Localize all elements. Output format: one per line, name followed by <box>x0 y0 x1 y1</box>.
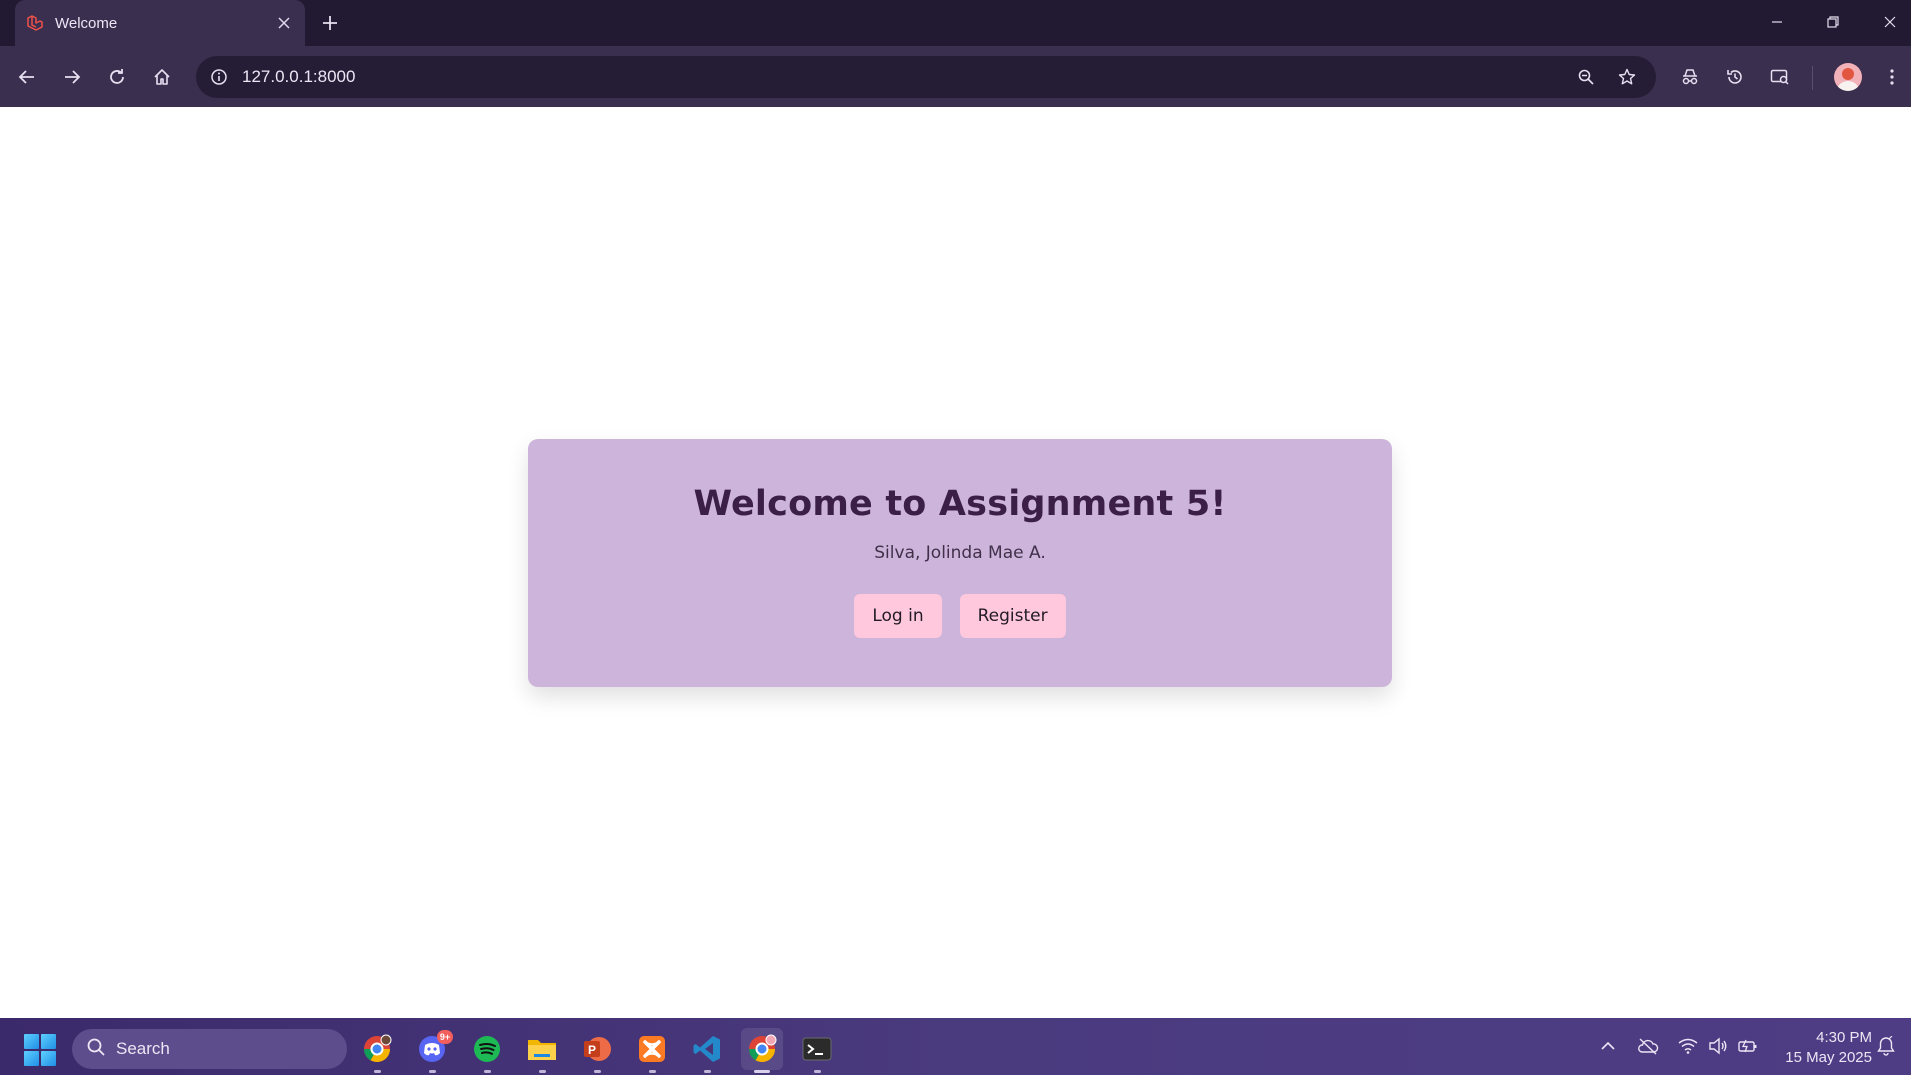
register-button[interactable]: Register <box>959 594 1066 638</box>
taskbar-search[interactable]: Search <box>72 1029 347 1069</box>
login-button[interactable]: Log in <box>854 594 942 638</box>
close-tab-icon[interactable] <box>273 12 295 34</box>
vscode-icon[interactable] <box>686 1028 728 1073</box>
tab-title: Welcome <box>55 14 118 32</box>
page-title: Welcome to Assignment 5! <box>693 484 1227 524</box>
restore-icon[interactable] <box>1815 8 1851 36</box>
back-arrow-icon[interactable] <box>12 62 42 92</box>
zoom-icon[interactable] <box>1571 62 1601 92</box>
windows-taskbar: Search 9+ P 4:30 PM 15 May 2025 <box>0 1018 1911 1075</box>
welcome-card: Welcome to Assignment 5! Silva, Jolinda … <box>528 439 1392 687</box>
system-clock[interactable]: 4:30 PM 15 May 2025 <box>1772 1028 1872 1068</box>
clock-date: 15 May 2025 <box>1785 1049 1872 1066</box>
reload-icon[interactable] <box>102 62 132 92</box>
chevron-up-icon[interactable] <box>1596 1034 1620 1058</box>
more-menu-icon[interactable] <box>1877 62 1907 92</box>
new-tab-button[interactable] <box>317 10 343 36</box>
clock-time: 4:30 PM <box>1816 1029 1872 1046</box>
site-info-icon[interactable] <box>204 62 234 92</box>
file-explorer-icon[interactable] <box>521 1028 563 1073</box>
chrome-icon[interactable] <box>741 1028 783 1073</box>
auth-buttons: Log in Register <box>528 594 1392 638</box>
chrome-profile-icon[interactable] <box>356 1028 398 1073</box>
browser-tab-bar: Welcome <box>0 0 1911 46</box>
volume-icon[interactable] <box>1706 1034 1730 1058</box>
history-icon[interactable] <box>1720 62 1750 92</box>
svg-text:P: P <box>588 1043 596 1057</box>
reading-list-icon[interactable] <box>1765 62 1795 92</box>
forward-arrow-icon[interactable] <box>57 62 87 92</box>
xampp-icon[interactable] <box>631 1028 673 1073</box>
notification-bell-icon[interactable] <box>1874 1034 1898 1058</box>
browser-tab-welcome[interactable]: Welcome <box>15 0 305 46</box>
bookmark-star-icon[interactable] <box>1612 62 1642 92</box>
url-text[interactable]: 127.0.0.1:8000 <box>242 67 1656 87</box>
browser-toolbar: 127.0.0.1:8000 <box>0 46 1911 107</box>
incognito-icon[interactable] <box>1675 62 1705 92</box>
search-label: Search <box>116 1039 170 1058</box>
cloud-offline-icon[interactable] <box>1636 1034 1660 1058</box>
terminal-icon[interactable] <box>796 1028 838 1073</box>
close-window-icon[interactable] <box>1872 8 1908 36</box>
battery-icon[interactable] <box>1736 1034 1760 1058</box>
home-icon[interactable] <box>147 62 177 92</box>
spotify-icon[interactable] <box>466 1028 508 1073</box>
toolbar-divider <box>1812 66 1813 90</box>
discord-icon[interactable]: 9+ <box>411 1028 453 1073</box>
profile-avatar[interactable] <box>1834 63 1862 91</box>
author-name: Silva, Jolinda Mae A. <box>874 543 1046 563</box>
wifi-icon[interactable] <box>1676 1034 1700 1058</box>
search-icon <box>86 1037 106 1062</box>
minimize-icon[interactable] <box>1759 8 1795 36</box>
discord-badge: 9+ <box>437 1030 453 1044</box>
address-bar[interactable]: 127.0.0.1:8000 <box>196 56 1656 98</box>
page-viewport: Welcome to Assignment 5! Silva, Jolinda … <box>0 107 1911 1018</box>
powerpoint-icon[interactable]: P <box>576 1028 618 1073</box>
laravel-icon <box>25 13 45 33</box>
windows-start-icon[interactable] <box>24 1034 56 1066</box>
